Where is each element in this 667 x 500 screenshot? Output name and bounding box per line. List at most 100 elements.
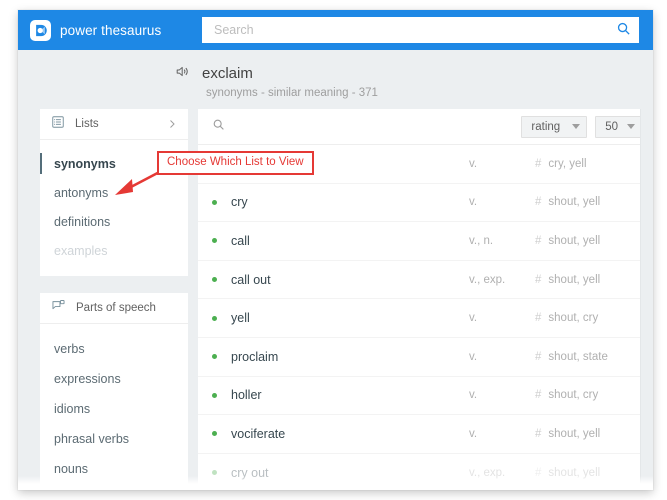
pronounce-button[interactable] xyxy=(175,64,190,82)
result-tags-text: shout, state xyxy=(548,350,608,363)
hash-icon: # xyxy=(535,234,542,247)
result-pos: v., exp. xyxy=(469,273,506,286)
hash-icon: # xyxy=(535,350,542,363)
result-tags-text: shout, yell xyxy=(548,427,601,440)
site-header: power thesaurus xyxy=(18,10,653,50)
sidebar-item-label: definitions xyxy=(54,214,111,229)
table-row[interactable]: call v., n. # shout, yell xyxy=(198,222,653,261)
result-tags: # shout, yell xyxy=(535,467,653,479)
chevron-right-icon[interactable] xyxy=(166,118,178,130)
result-pos: v., n. xyxy=(469,234,494,247)
result-pos: v. xyxy=(469,427,478,440)
sidebar-item-idioms[interactable]: idioms xyxy=(40,394,188,424)
result-word[interactable]: yell xyxy=(231,311,469,325)
filter-search-button[interactable] xyxy=(212,118,513,136)
result-tags: # shout, cry xyxy=(535,312,653,324)
speech-bubble-icon xyxy=(51,299,66,318)
parts-of-speech-nav: verbs expressions idioms phrasal verbs n… xyxy=(40,324,188,490)
sidebar-item-phrasal-verbs[interactable]: phrasal verbs xyxy=(40,424,188,454)
sidebar-item-nouns[interactable]: nouns xyxy=(40,454,188,484)
global-search-box[interactable] xyxy=(202,17,639,43)
sidebar-item-examples[interactable]: examples xyxy=(40,236,188,265)
word-hero: exclaim synonyms - similar meaning - 371 xyxy=(18,50,653,109)
parts-of-speech-title: Parts of speech xyxy=(76,302,156,314)
table-row[interactable]: cry v. # shout, yell xyxy=(198,184,653,223)
lists-card-title: Lists xyxy=(75,118,99,130)
sidebar-item-label: idioms xyxy=(54,402,91,416)
brand[interactable]: power thesaurus xyxy=(30,19,202,41)
sidebar-item-label: nouns xyxy=(54,462,89,476)
results-toolbar: rating 50 xyxy=(198,109,653,145)
hash-icon: # xyxy=(535,466,542,479)
result-word[interactable]: vociferate xyxy=(231,427,469,441)
green-dot-icon xyxy=(212,431,217,437)
result-tags: # shout, cry xyxy=(535,389,653,401)
result-word[interactable]: shout xyxy=(231,157,469,171)
lists-nav: synonyms antonyms definitions examples xyxy=(40,140,188,276)
results-scrollbar[interactable] xyxy=(640,109,653,490)
result-pos: v. xyxy=(469,350,478,363)
result-word[interactable]: cry out xyxy=(231,466,469,480)
search-icon xyxy=(212,118,225,136)
result-word[interactable]: call xyxy=(231,234,469,248)
result-word[interactable]: cry xyxy=(231,195,469,209)
green-dot-icon xyxy=(212,315,217,321)
result-tags-text: shout, yell xyxy=(548,196,601,209)
parts-of-speech-header: Parts of speech xyxy=(40,293,188,324)
result-tags-text: shout, cry xyxy=(548,389,599,402)
search-submit-button[interactable] xyxy=(616,21,631,39)
caret-down-icon xyxy=(627,124,635,129)
arrow-down-left-icon xyxy=(115,165,170,195)
green-dot-icon xyxy=(212,238,217,244)
green-dot-icon xyxy=(212,277,217,283)
search-icon xyxy=(616,21,631,39)
table-row[interactable]: holler v. # shout, cry xyxy=(198,377,653,416)
green-dot-icon xyxy=(212,470,217,476)
result-tags-text: shout, yell xyxy=(548,466,601,479)
sidebar-item-label: verbs xyxy=(54,342,85,356)
result-word[interactable]: holler xyxy=(231,388,469,402)
table-row[interactable]: shout v. # cry, yell xyxy=(198,145,653,184)
search-input[interactable] xyxy=(212,18,616,42)
sidebar-item-label: examples xyxy=(54,243,108,258)
result-pos: v., exp. xyxy=(469,466,506,479)
result-tags-text: shout, cry xyxy=(548,312,599,325)
sidebar-item-expressions[interactable]: expressions xyxy=(40,364,188,394)
result-tags: # shout, yell xyxy=(535,235,653,247)
power-thesaurus-logo-icon xyxy=(30,19,51,41)
table-row[interactable]: cry out v., exp. # shout, yell xyxy=(198,454,653,490)
result-pos: v. xyxy=(469,157,478,170)
hash-icon: # xyxy=(535,427,542,440)
hero-subtitle: synonyms - similar meaning - 371 xyxy=(206,87,378,99)
sidebar-item-verbs[interactable]: verbs xyxy=(40,334,188,364)
result-tags-text: cry, yell xyxy=(548,157,587,170)
result-pos: v. xyxy=(469,389,478,402)
sidebar-item-label: antonyms xyxy=(54,185,109,200)
table-row[interactable]: yell v. # shout, cry xyxy=(198,299,653,338)
page-size-select-value: 50 xyxy=(605,120,618,133)
result-tags: # cry, yell xyxy=(535,158,653,170)
page-size-select[interactable]: 50 xyxy=(595,115,641,138)
sort-select[interactable]: rating xyxy=(521,115,588,138)
speaker-sound-icon xyxy=(175,64,190,82)
result-tags: # shout, yell xyxy=(535,196,653,208)
parts-of-speech-card: Parts of speech verbs expressions idioms… xyxy=(40,293,188,490)
results-panel: rating 50 shout v. # cry, yell cry v. # … xyxy=(198,109,653,490)
lists-card-header[interactable]: Lists xyxy=(40,109,188,140)
app-window: power thesaurus Search exclaim synonyms … xyxy=(18,10,653,490)
table-row[interactable]: proclaim v. # shout, state xyxy=(198,338,653,377)
sidebar-item-definitions[interactable]: definitions xyxy=(40,207,188,236)
hash-icon: # xyxy=(535,273,542,286)
sort-select-value: rating xyxy=(531,120,561,133)
table-row[interactable]: vociferate v. # shout, yell xyxy=(198,415,653,454)
result-word[interactable]: call out xyxy=(231,273,469,287)
sidebar-item-label: synonyms xyxy=(54,156,116,171)
sidebar-item-label: phrasal verbs xyxy=(54,432,130,446)
result-word[interactable]: proclaim xyxy=(231,350,469,364)
caret-down-icon xyxy=(572,124,581,129)
green-dot-icon xyxy=(212,354,217,360)
result-tags: # shout, yell xyxy=(535,274,653,286)
table-row[interactable]: call out v., exp. # shout, yell xyxy=(198,261,653,300)
green-dot-icon xyxy=(212,161,217,167)
result-pos: v. xyxy=(469,312,478,325)
